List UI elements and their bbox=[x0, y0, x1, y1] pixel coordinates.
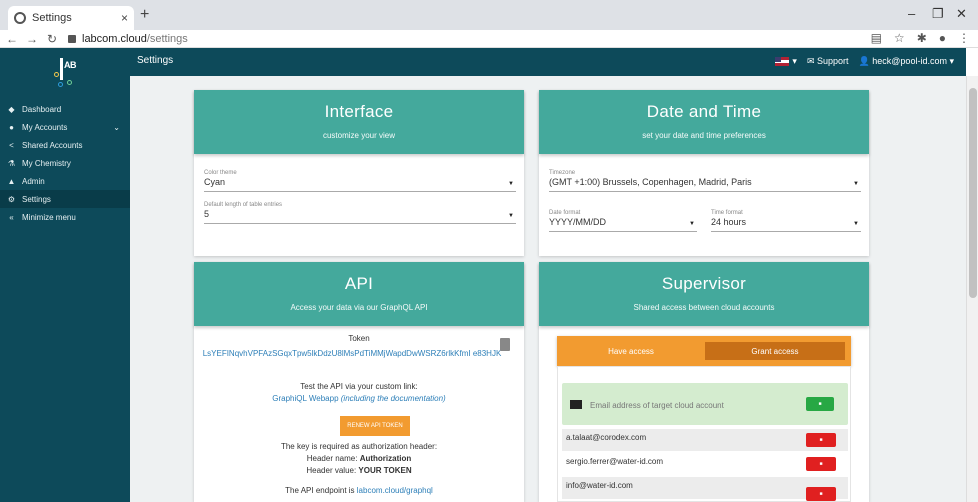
chat-icon: ✉ bbox=[806, 56, 815, 66]
sidebar-menu: ◆ Dashboard ● My Accounts ⌄ < Shared Acc… bbox=[0, 100, 130, 226]
token-value: LsYEFINqvhVPFAzSGqxTpw5lkDdzU8lMsPdTiMMj… bbox=[202, 349, 502, 358]
users-icon: ● bbox=[9, 122, 14, 132]
admin-icon: ▲ bbox=[7, 176, 16, 186]
renew-api-token-button[interactable]: RENEW API TOKEN bbox=[340, 416, 410, 436]
chevron-down-icon: ⌄ bbox=[113, 122, 120, 132]
target-email-input[interactable]: Email address of target cloud account bbox=[590, 401, 724, 410]
key-required-text: The key is required as authorization hea… bbox=[280, 442, 438, 451]
gears-icon: ⚙ bbox=[7, 194, 16, 204]
access-email: info@water-id.com bbox=[566, 481, 633, 490]
access-email: sergio.ferrer@water-id.com bbox=[566, 457, 664, 466]
revoke-access-button[interactable]: ■ bbox=[806, 457, 836, 471]
url-host: labcom.cloud bbox=[82, 32, 147, 45]
add-access-button[interactable]: ■ bbox=[806, 397, 834, 411]
caret-down-icon: ▾ bbox=[792, 56, 797, 66]
profile-icon[interactable]: ● bbox=[939, 31, 946, 45]
user-icon: 👤 bbox=[858, 56, 870, 66]
us-flag-icon bbox=[775, 57, 790, 66]
sidebar-item-minimize-menu[interactable]: « Minimize menu bbox=[0, 208, 130, 226]
tab-close-icon[interactable]: × bbox=[121, 11, 128, 25]
support-link[interactable]: ✉ Support bbox=[807, 56, 849, 67]
flask-icon: ⚗ bbox=[7, 158, 16, 168]
clipboard-icon[interactable] bbox=[500, 338, 510, 351]
extension-icon[interactable]: ✱ bbox=[917, 31, 927, 45]
reload-icon[interactable]: ↻ bbox=[44, 32, 60, 46]
sidebar-item-admin[interactable]: ▲ Admin bbox=[0, 172, 130, 190]
sidebar: AB ◆ Dashboard ● My Accounts ⌄ < Shared … bbox=[0, 48, 130, 502]
browser-menu-icon[interactable]: ⋮ bbox=[958, 31, 970, 45]
token-label: Token bbox=[348, 334, 370, 343]
sidebar-item-my-chemistry[interactable]: ⚗ My Chemistry bbox=[0, 154, 130, 172]
url-path: /settings bbox=[146, 32, 188, 45]
scrollbar-thumb[interactable] bbox=[969, 88, 977, 298]
close-window-button[interactable]: ✕ bbox=[956, 6, 967, 22]
header-value-line: Header value: YOUR TOKEN bbox=[306, 466, 412, 475]
access-row: a.talaat@corodex.com ■ bbox=[562, 429, 848, 451]
supervisor-body: Have access Grant access Email address o… bbox=[539, 76, 869, 502]
address-bar[interactable]: labcom.cloud /settings bbox=[68, 33, 188, 45]
tab-have-access[interactable]: Have access bbox=[563, 342, 699, 360]
sidebar-item-shared-accounts[interactable]: < Shared Accounts bbox=[0, 136, 130, 154]
browser-tab[interactable]: Settings × bbox=[8, 6, 134, 30]
envelope-icon bbox=[570, 400, 582, 409]
header-name-line: Header name: Authorization bbox=[306, 454, 412, 463]
app-header: Settings ▾ ✉ Support 👤 heck@pool-id.com … bbox=[130, 48, 966, 76]
supervisor-tabs: Have access Grant access bbox=[557, 336, 851, 366]
browser-toolbar: ← → ↻ labcom.cloud /settings ▤ ☆ ✱ ● ⋮ bbox=[0, 30, 978, 48]
tab-grant-access[interactable]: Grant access bbox=[705, 342, 845, 360]
labcom-logo[interactable]: AB bbox=[52, 56, 86, 90]
tab-title: Settings bbox=[32, 12, 72, 24]
language-selector[interactable]: ▾ bbox=[775, 56, 797, 67]
new-tab-button[interactable]: + bbox=[140, 6, 149, 24]
minimize-window-button[interactable]: – bbox=[908, 6, 915, 21]
test-api-text: Test the API via your custom link: bbox=[300, 382, 418, 391]
access-row: sergio.ferrer@water-id.com ■ bbox=[562, 453, 848, 475]
access-email: a.talaat@corodex.com bbox=[566, 433, 647, 442]
browser-tab-bar: Settings × + – ❐ ✕ bbox=[0, 0, 978, 30]
sidebar-item-my-accounts[interactable]: ● My Accounts ⌄ bbox=[0, 118, 130, 136]
share-icon: < bbox=[9, 140, 14, 150]
api-body: Token LsYEFINqvhVPFAzSGqxTpw5lkDdzU8lMsP… bbox=[194, 76, 524, 502]
main-content: Interface customize your view Color them… bbox=[130, 76, 966, 502]
graphiql-webapp-link[interactable]: GraphiQL Webapp bbox=[272, 394, 338, 403]
user-menu[interactable]: 👤 heck@pool-id.com ▾ bbox=[859, 56, 954, 67]
revoke-access-button[interactable]: ■ bbox=[806, 433, 836, 447]
access-row: info@water-id.com ■ bbox=[562, 477, 848, 501]
back-icon[interactable]: ← bbox=[4, 32, 20, 46]
revoke-access-button[interactable]: ■ bbox=[806, 487, 836, 501]
reading-mode-icon[interactable]: ▤ bbox=[871, 31, 882, 45]
caret-down-icon: ▾ bbox=[949, 56, 954, 66]
lock-icon bbox=[68, 34, 76, 43]
webapp-note: (including the documentation) bbox=[340, 394, 446, 403]
grant-access-panel: Email address of target cloud account ■ … bbox=[557, 366, 851, 502]
forward-icon[interactable]: → bbox=[24, 32, 40, 46]
graphql-endpoint-link[interactable]: labcom.cloud/graphql bbox=[357, 486, 433, 495]
bookmark-star-icon[interactable]: ☆ bbox=[894, 31, 905, 45]
double-chevron-left-icon: « bbox=[9, 212, 14, 222]
endpoint-line: The API endpoint is labcom.cloud/graphql bbox=[285, 486, 433, 495]
sidebar-item-settings[interactable]: ⚙ Settings bbox=[0, 190, 130, 208]
add-email-row: Email address of target cloud account ■ bbox=[562, 383, 848, 425]
settings-favicon-icon bbox=[14, 12, 26, 24]
dashboard-icon: ◆ bbox=[8, 104, 15, 114]
page-scrollbar[interactable] bbox=[966, 76, 978, 502]
sidebar-item-dashboard[interactable]: ◆ Dashboard bbox=[0, 100, 130, 118]
page-title: Settings bbox=[137, 55, 174, 66]
restore-window-button[interactable]: ❐ bbox=[932, 6, 944, 22]
